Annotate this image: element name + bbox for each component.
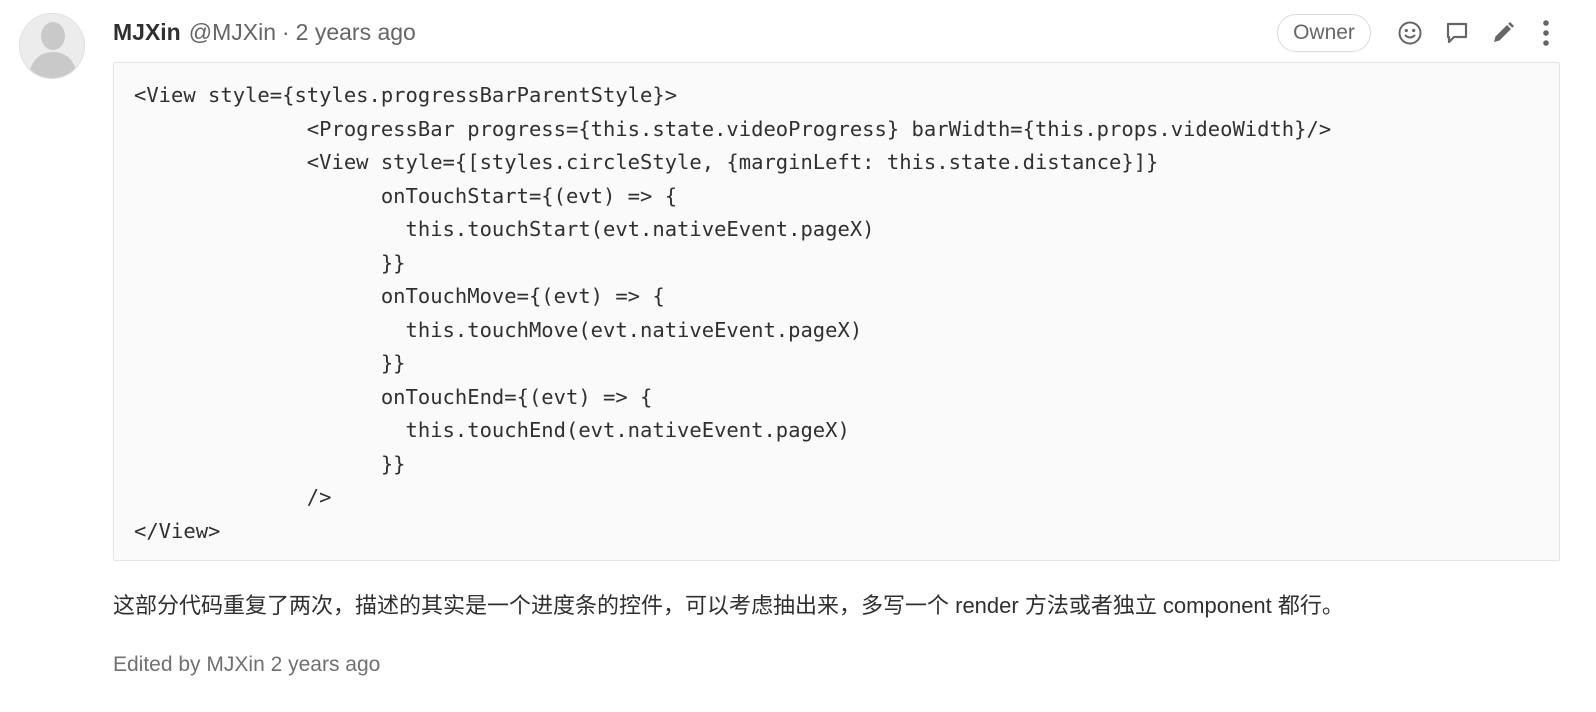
code-line: onTouchEnd={(evt) => { bbox=[380, 384, 653, 409]
code-content: <View style={styles.progressBarParentSty… bbox=[134, 79, 1539, 548]
comment-body: 这部分代码重复了两次，描述的其实是一个进度条的控件，可以考虑抽出来，多写一个 r… bbox=[113, 593, 1344, 618]
code-line: this.touchEnd(evt.nativeEvent.pageX) bbox=[405, 418, 850, 442]
edited-by-link[interactable]: MJXin bbox=[206, 653, 264, 676]
author-handle[interactable]: @MJXin bbox=[189, 19, 276, 46]
separator: · bbox=[281, 18, 290, 45]
owner-badge: Owner bbox=[1277, 14, 1371, 52]
code-line: }} bbox=[380, 451, 406, 476]
code-line: }} bbox=[380, 351, 406, 375]
note-timestamp[interactable]: 2 years ago bbox=[296, 19, 416, 46]
edited-prefix: Edited by bbox=[113, 653, 201, 676]
code-line: </View> bbox=[134, 518, 221, 543]
kebab-menu-icon bbox=[1543, 20, 1549, 46]
code-block[interactable]: <View style={styles.progressBarParentSty… bbox=[113, 62, 1560, 561]
code-line: <View style={[styles.circleStyle, {margi… bbox=[306, 150, 1159, 174]
default-avatar-icon bbox=[20, 14, 84, 78]
edited-timestamp[interactable]: 2 years ago bbox=[271, 653, 381, 676]
code-line: /> bbox=[306, 485, 332, 509]
code-line: }} bbox=[380, 250, 406, 275]
note-header: MJXin @MJXin · 2 years ago bbox=[113, 14, 416, 50]
add-reaction-button[interactable] bbox=[1395, 18, 1425, 48]
smiley-icon bbox=[1398, 21, 1422, 45]
avatar[interactable] bbox=[19, 13, 85, 79]
pencil-icon bbox=[1494, 22, 1514, 42]
author-name[interactable]: MJXin bbox=[113, 19, 181, 46]
more-actions-button[interactable] bbox=[1531, 18, 1561, 48]
code-line: this.touchMove(evt.nativeEvent.pageX) bbox=[405, 317, 863, 342]
edit-button[interactable] bbox=[1488, 18, 1518, 48]
reply-button[interactable] bbox=[1442, 18, 1472, 48]
code-line: <View style={styles.progressBarParentSty… bbox=[134, 83, 678, 107]
code-line: <ProgressBar progress={this.state.videoP… bbox=[306, 116, 1332, 141]
code-line: onTouchMove={(evt) => { bbox=[380, 284, 665, 308]
code-line: this.touchStart(evt.nativeEvent.pageX) bbox=[405, 217, 875, 241]
code-line: onTouchStart={(evt) => { bbox=[380, 183, 678, 208]
comment-icon bbox=[1446, 22, 1468, 44]
edited-info: Edited by MJXin 2 years ago bbox=[113, 653, 380, 677]
